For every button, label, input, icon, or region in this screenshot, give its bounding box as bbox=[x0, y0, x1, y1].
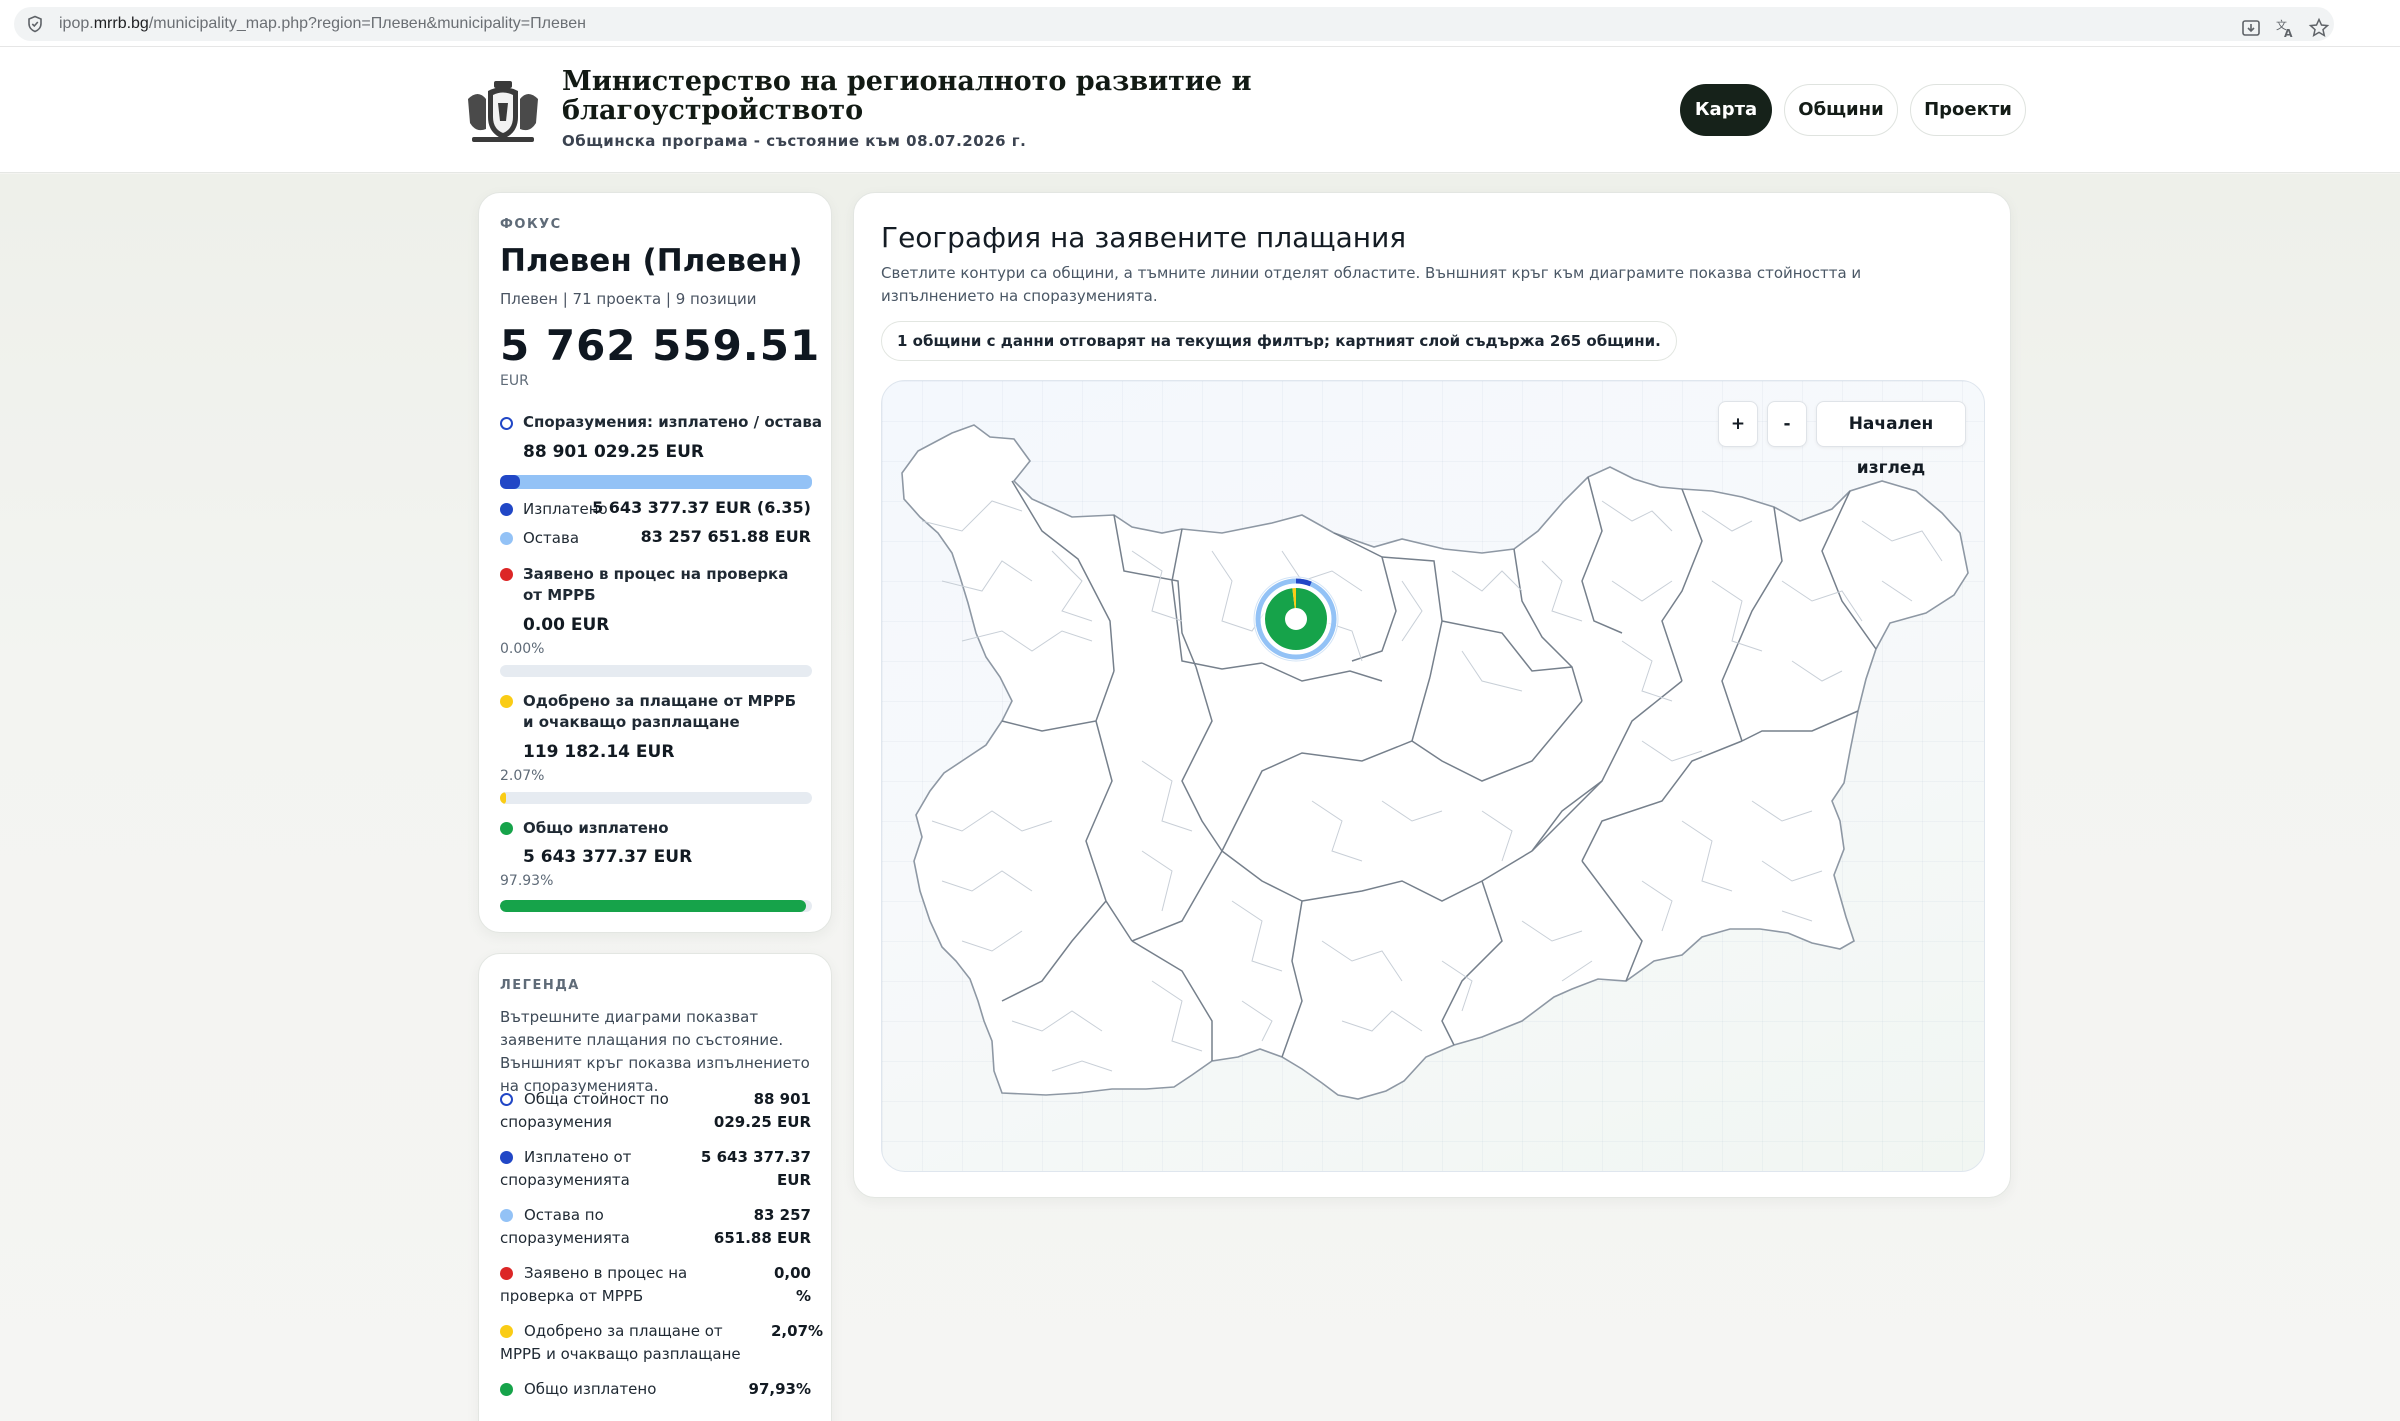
paid-value: 5 643 377.37 EUR (6.35) bbox=[592, 498, 811, 517]
zoom-in-button[interactable]: + bbox=[1718, 401, 1758, 447]
translate-icon[interactable]: 文 A bbox=[2274, 17, 2296, 39]
approved-fill bbox=[500, 792, 507, 804]
legend-row-label: Изплатено от споразуменията bbox=[500, 1148, 632, 1189]
agreements-progress-bar bbox=[500, 475, 812, 489]
approved-marker bbox=[500, 695, 513, 708]
legend-row-label: Остава по споразуменията bbox=[500, 1206, 630, 1247]
map-viewport[interactable]: + - Начален изглед bbox=[881, 380, 1985, 1172]
zoom-out-button[interactable]: - bbox=[1767, 401, 1807, 447]
review-value: 0.00 EUR bbox=[523, 615, 610, 635]
paid-marker bbox=[500, 503, 513, 516]
legend-row-value: 97,93% bbox=[748, 1380, 811, 1398]
reset-view-button[interactable]: Начален изглед bbox=[1816, 401, 1966, 478]
legend-row-label: Одобрено за плащане от МРРБ и очакващо р… bbox=[500, 1322, 741, 1363]
review-progress-bar bbox=[500, 665, 812, 677]
legend-row-value: 88 901 029.25 EUR bbox=[713, 1090, 811, 1131]
approved-label: Одобрено за плащане от МРРБ и очакващо р… bbox=[523, 692, 797, 731]
legend-caption: ЛЕГЕНДА bbox=[500, 978, 580, 993]
nav-map-button[interactable]: Карта bbox=[1680, 84, 1772, 136]
coat-of-arms-logo bbox=[468, 81, 538, 142]
address-bar[interactable]: ipop.mrrb.bg/municipality_map.php?region… bbox=[14, 7, 2334, 41]
map-card: География на заявените плащания Светлите… bbox=[853, 192, 2011, 1198]
remaining-label: Остава bbox=[523, 529, 580, 547]
approved-percent: 2.07% bbox=[500, 768, 545, 784]
pleven-donut-marker[interactable] bbox=[1253, 576, 1339, 662]
nav-municipalities-button[interactable]: Общини bbox=[1784, 84, 1898, 136]
focus-card: ФОКУС Плевен (Плевен) Плевен | 71 проект… bbox=[478, 192, 832, 933]
focus-amount: 5 762 559.51 bbox=[500, 321, 821, 370]
ministry-title: Министерство на регионалното развитие и … bbox=[562, 66, 1252, 126]
url-text: ipop.mrrb.bg/municipality_map.php?region… bbox=[59, 15, 586, 32]
legend-row-label: Общо изплатено bbox=[524, 1380, 657, 1398]
country-outline bbox=[901, 424, 1969, 1100]
bookmark-star-icon[interactable] bbox=[2308, 17, 2330, 39]
remaining-value: 83 257 651.88 EUR bbox=[640, 527, 811, 546]
review-marker bbox=[500, 568, 513, 581]
legend-row-value: 83 257 651.88 EUR bbox=[713, 1206, 811, 1247]
remaining-marker bbox=[500, 532, 513, 545]
legend-description: Вътрешните диаграми показват заявените п… bbox=[500, 1008, 810, 1095]
agreements-ring-marker bbox=[500, 417, 513, 430]
approved-progress-bar bbox=[500, 792, 812, 804]
map-title: География на заявените плащания bbox=[881, 221, 1407, 254]
total-paid-value: 5 643 377.37 EUR bbox=[523, 847, 693, 867]
legend-row-label: Заявено в процес на проверка от МРРБ bbox=[500, 1264, 688, 1305]
agreements-paid-fill bbox=[500, 475, 520, 489]
agreements-value: 88 901 029.25 EUR bbox=[523, 442, 705, 462]
site-info-icon[interactable] bbox=[26, 15, 44, 33]
approved-value: 119 182.14 EUR bbox=[523, 742, 675, 762]
filter-status-badge: 1 общини с данни отговарят на текущия фи… bbox=[881, 321, 1677, 361]
legend-card: ЛЕГЕНДА Вътрешните диаграми показват зая… bbox=[478, 953, 832, 1421]
review-percent: 0.00% bbox=[500, 641, 545, 657]
install-icon[interactable] bbox=[2240, 17, 2262, 39]
map-description: Светлите контури са общини, а тъмните ли… bbox=[881, 264, 1862, 305]
program-status-subtitle: Общинска програма - състояние към 08.07.… bbox=[562, 132, 1027, 150]
browser-toolbar: ipop.mrrb.bg/municipality_map.php?region… bbox=[0, 0, 2400, 47]
site-header: Министерство на регионалното развитие и … bbox=[0, 47, 2400, 173]
bulgaria-map[interactable] bbox=[882, 381, 1985, 1172]
legend-row-value: 5 643 377.37 EUR bbox=[700, 1148, 811, 1189]
focus-caption: ФОКУС bbox=[500, 217, 562, 232]
agreements-label: Споразумения: изплатено / остава bbox=[523, 413, 822, 431]
svg-text:A: A bbox=[2284, 27, 2293, 39]
legend-row-value: 2,07% bbox=[771, 1322, 824, 1340]
focus-municipality-name: Плевен (Плевен) bbox=[500, 243, 803, 279]
focus-meta: Плевен | 71 проекта | 9 позиции bbox=[500, 290, 757, 308]
total-paid-fill bbox=[500, 900, 806, 912]
total-paid-label: Общо изплатено bbox=[523, 819, 669, 837]
total-paid-marker bbox=[500, 822, 513, 835]
review-label: Заявено в процес на проверка от МРРБ bbox=[523, 565, 789, 604]
focus-currency: EUR bbox=[500, 373, 529, 389]
nav-projects-button[interactable]: Проекти bbox=[1910, 84, 2026, 136]
legend-row-value: 0,00 % bbox=[773, 1264, 811, 1305]
total-paid-percent: 97.93% bbox=[500, 873, 554, 889]
total-paid-progress-bar bbox=[500, 900, 812, 912]
legend-row-label: Обща стойност по споразумения bbox=[500, 1090, 669, 1131]
